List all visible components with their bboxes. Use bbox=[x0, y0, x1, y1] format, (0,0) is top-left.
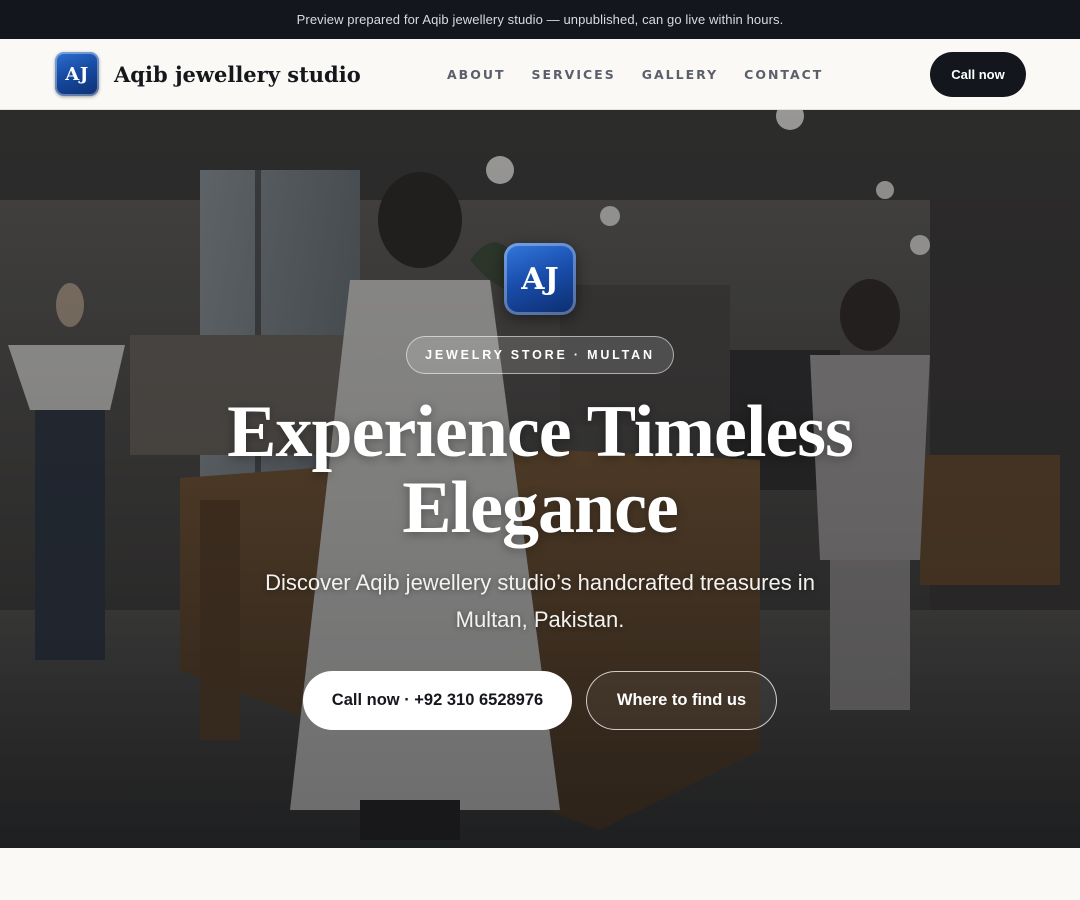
hero-section: AJ JEWELRY STORE · MULTAN Experience Tim… bbox=[0, 110, 1080, 848]
hero-actions: Call now · +92 310 6528976 Where to find… bbox=[303, 671, 777, 730]
hero-logo-text: AJ bbox=[521, 261, 559, 297]
hero-subtitle: Discover Aqib jewellery studio’s handcra… bbox=[265, 570, 815, 632]
where-to-find-us-button[interactable]: Where to find us bbox=[586, 671, 777, 730]
brand[interactable]: AJ Aqib jewellery studio bbox=[55, 52, 361, 96]
announcement-text: Preview prepared for Aqib jewellery stud… bbox=[296, 12, 784, 27]
nav-about[interactable]: ABOUT bbox=[447, 67, 506, 82]
announcement-bar: Preview prepared for Aqib jewellery stud… bbox=[0, 0, 1080, 39]
brand-logo-text: AJ bbox=[65, 63, 89, 85]
nav-gallery[interactable]: GALLERY bbox=[642, 67, 718, 82]
hero-logo: AJ bbox=[504, 243, 576, 315]
nav-services[interactable]: SERVICES bbox=[532, 67, 616, 82]
site-header: AJ Aqib jewellery studio ABOUT SERVICES … bbox=[0, 39, 1080, 110]
hero-title: Experience Timeless Elegance bbox=[227, 391, 854, 549]
brand-logo: AJ bbox=[55, 52, 99, 96]
hero-call-button[interactable]: Call now · +92 310 6528976 bbox=[303, 671, 572, 730]
next-section bbox=[0, 848, 1080, 900]
header-call-button[interactable]: Call now bbox=[930, 52, 1026, 97]
main-nav: ABOUT SERVICES GALLERY CONTACT bbox=[447, 39, 849, 109]
hero-content: AJ JEWELRY STORE · MULTAN Experience Tim… bbox=[0, 110, 1080, 848]
category-badge: JEWELRY STORE · MULTAN bbox=[406, 336, 674, 374]
nav-contact[interactable]: CONTACT bbox=[744, 67, 823, 82]
brand-name: Aqib jewellery studio bbox=[114, 61, 361, 87]
